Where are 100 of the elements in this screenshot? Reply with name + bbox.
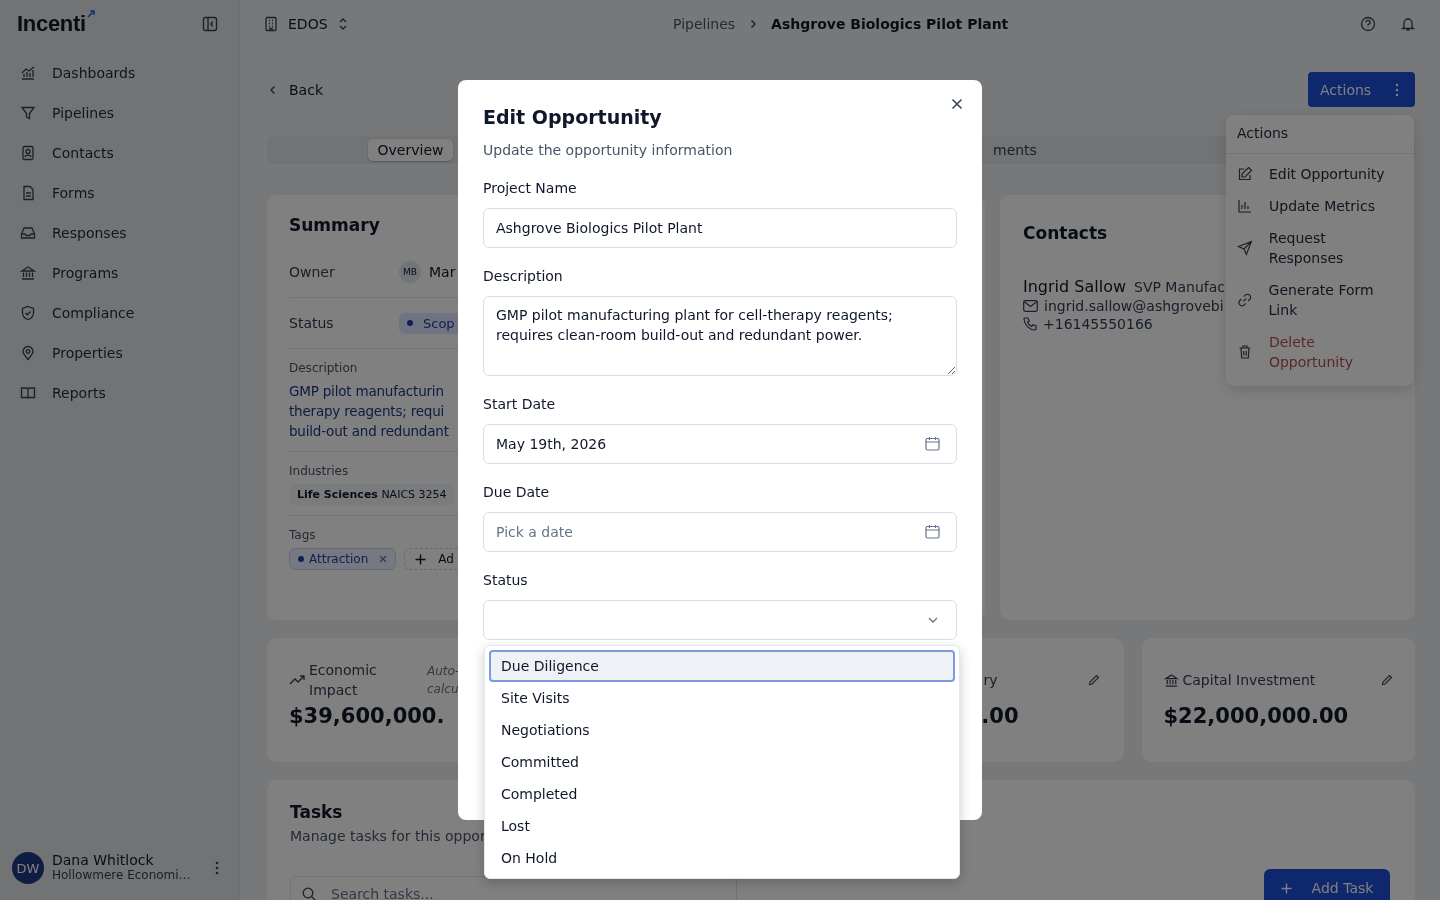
menu-title: Actions [1226, 119, 1414, 154]
email-link[interactable]: ingrid.sallow@ashgrovebi [1044, 298, 1224, 314]
back-link[interactable]: Back [267, 81, 323, 98]
search-field[interactable]: Search tasks... [290, 876, 737, 900]
sidebar-toggle-icon[interactable] [202, 16, 218, 32]
field-label: Tags [289, 528, 316, 542]
funnel-icon [20, 105, 36, 121]
date-field[interactable]: May 19th, 2026 [483, 424, 957, 464]
metric-value: $22,000,000.00 [1163, 704, 1349, 728]
inbox-icon [20, 225, 36, 241]
user-avatar: DW [12, 852, 44, 884]
calendar-icon [925, 436, 940, 451]
field-label: Description [289, 361, 358, 375]
map-pin-icon [20, 345, 36, 361]
bank-icon [1163, 672, 1179, 688]
dropdown-option[interactable]: Committed [489, 746, 955, 778]
card-subtitle: Manage tasks for this oppor [290, 828, 487, 844]
sidebar-item[interactable]: Contacts [12, 135, 227, 171]
document-icon [20, 185, 36, 201]
sidebar-item[interactable]: Programs [12, 255, 227, 291]
send-icon [1237, 240, 1253, 256]
field-label: Start Date [483, 395, 557, 414]
bank-icon [20, 265, 36, 281]
user-organization: Hollowmere Economi… [52, 868, 192, 883]
metric-label: ry [983, 672, 998, 688]
dropdown-option[interactable]: On Hold [489, 842, 955, 874]
chevron-right-icon [749, 19, 758, 29]
sidebar-item[interactable]: Reports [12, 375, 227, 411]
metric-label: Economic Impact [309, 661, 378, 700]
help-icon[interactable] [1360, 16, 1376, 32]
date-field[interactable]: Pick a date [483, 512, 957, 552]
tab[interactable]: Overview [367, 139, 454, 161]
calendar-icon [925, 524, 940, 539]
field-label: Status [483, 571, 529, 590]
shield-icon [20, 305, 36, 321]
actions-button[interactable]: Actions [1308, 72, 1415, 107]
link-icon [1237, 292, 1253, 308]
textarea-field[interactable]: GMP pilot manufacturing plant for cell-therapy reagents; requires clean-room build-out and redundant power. [483, 296, 957, 376]
close-icon[interactable] [951, 98, 963, 110]
search-icon [302, 887, 316, 900]
card-title: Summary [289, 215, 380, 235]
plus-icon [415, 553, 427, 565]
workspace-switcher[interactable]: EDOS [264, 16, 348, 32]
dropdown-option[interactable]: Site Visits [489, 682, 955, 714]
dropdown-option[interactable]: Lost [489, 810, 955, 842]
dialog-subtitle: Update the opportunity information [483, 141, 734, 160]
more-options-icon [1395, 82, 1399, 97]
sidebar-item[interactable]: Properties [12, 335, 227, 371]
card-title: Contacts [1023, 223, 1108, 243]
breadcrumb-link[interactable]: Pipelines [673, 16, 736, 32]
dropdown-option[interactable]: Negotiations [489, 714, 955, 746]
menu-item[interactable]: Generate Form Link [1226, 274, 1414, 326]
owner-name: Mar [429, 264, 456, 280]
chevron-left-icon [269, 84, 277, 95]
mail-icon [1023, 300, 1038, 312]
trend-up-icon [289, 675, 305, 685]
metric-value: $39,600,000. [289, 704, 445, 728]
field-label: Project Name [483, 179, 578, 198]
menu-item[interactable]: Delete Opportunity [1226, 326, 1414, 378]
plus-icon [1280, 882, 1292, 894]
input-field[interactable]: Ashgrove Biologics Pilot Plant [483, 208, 957, 248]
dropdown-option[interactable]: Completed [489, 778, 955, 810]
menu-item[interactable]: Request Responses [1226, 222, 1414, 274]
more-options-icon[interactable] [215, 861, 219, 875]
dialog-title: Edit Opportunity [483, 105, 663, 130]
tab[interactable]: ments [983, 139, 1047, 161]
industry-tag: Life Sciences NAICS 3254 [289, 484, 455, 505]
metric-label: Capital Investment [1182, 672, 1316, 688]
sidebar-item[interactable]: Pipelines [12, 95, 227, 131]
menu-item[interactable]: Update Metrics [1226, 190, 1414, 222]
menu-item[interactable]: Edit Opportunity [1226, 158, 1414, 190]
chart-icon [20, 65, 36, 81]
field-label: Owner [289, 264, 336, 280]
phone-number[interactable]: +16145550166 [1043, 316, 1153, 332]
arrow-icon [85, 9, 96, 19]
trash-icon [1237, 344, 1253, 360]
pencil-icon[interactable] [1381, 674, 1393, 686]
sidebar-item[interactable]: Dashboards [12, 55, 227, 91]
pencil-icon[interactable] [1087, 674, 1100, 686]
phone-icon [1023, 317, 1037, 331]
add-task-button[interactable]: Add Task [1264, 869, 1390, 900]
contact-name: Ingrid Sallow [1023, 277, 1126, 296]
bell-icon[interactable] [1400, 16, 1416, 32]
select-field[interactable] [483, 600, 957, 640]
edit-icon [1237, 166, 1253, 182]
dropdown-option[interactable]: Due Diligence [489, 650, 955, 682]
sidebar-item[interactable]: Compliance [12, 295, 227, 331]
sidebar-item[interactable]: Forms [12, 175, 227, 211]
bar-chart-icon [1237, 198, 1253, 214]
chevron-up-down-icon [337, 17, 348, 31]
chevron-down-icon [927, 616, 939, 624]
tag-chip: Attraction [289, 548, 397, 570]
field-label: Due Date [483, 483, 551, 502]
field-label: Status [289, 315, 335, 331]
sidebar-item[interactable]: Responses [12, 215, 227, 251]
contact-role: SVP Manufac [1134, 279, 1225, 295]
metric-note: Auto- calcu [427, 663, 460, 698]
field-label: Description [483, 267, 564, 286]
breadcrumb-current: Ashgrove Biologics Pilot Plant [771, 16, 1009, 32]
field-label: Industries [289, 464, 349, 478]
